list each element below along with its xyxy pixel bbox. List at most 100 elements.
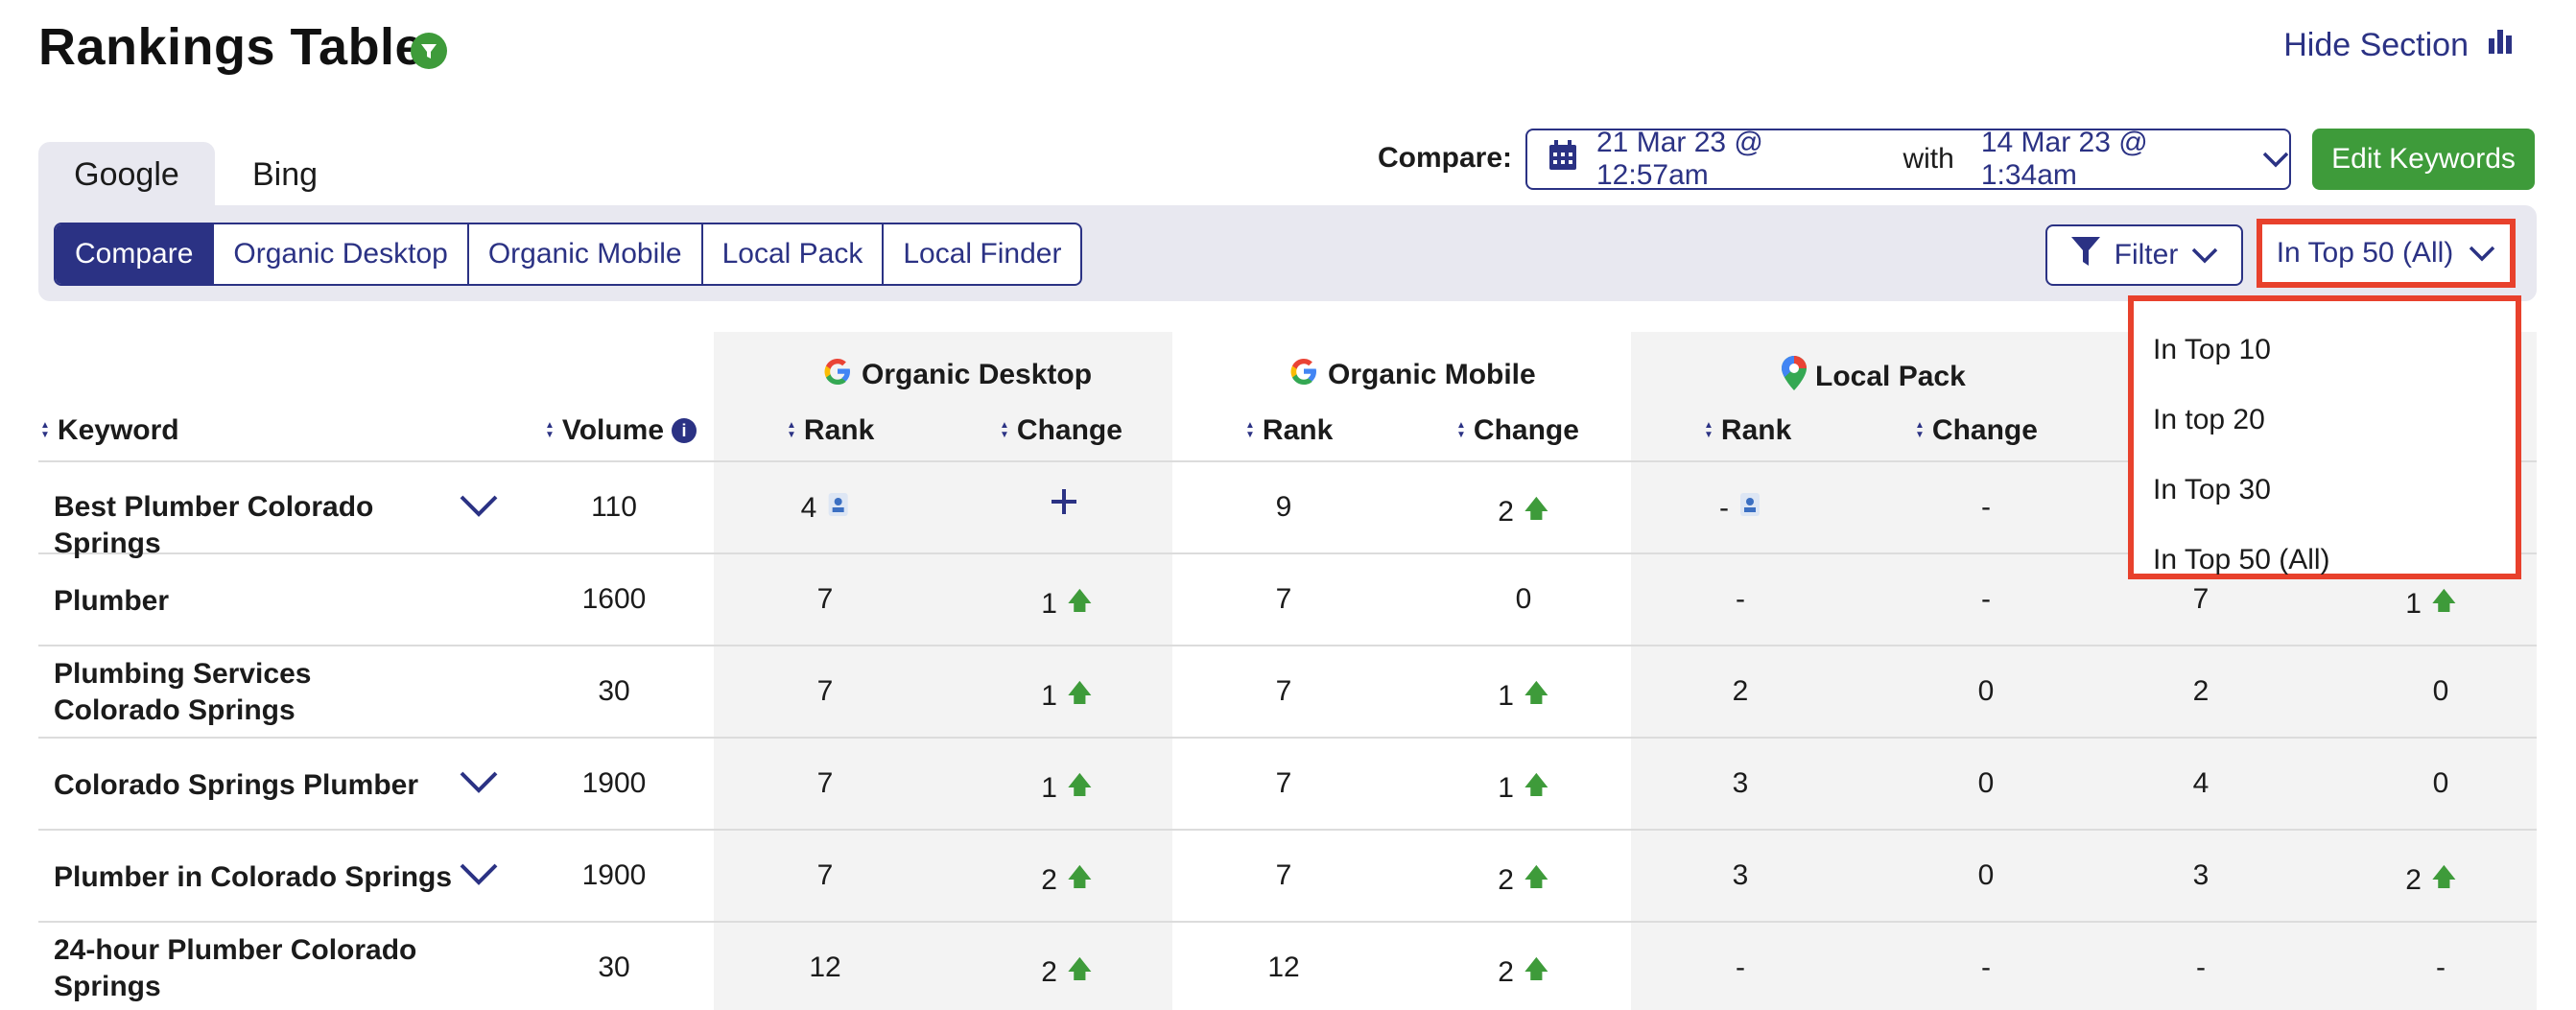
- sort-icon: ▲ ▼: [1704, 420, 1713, 440]
- dropdown-option-top-20[interactable]: In top 20: [2134, 385, 2516, 455]
- top-range-dropdown: In Top 10 In top 20 In Top 30 In Top 50 …: [2128, 295, 2521, 579]
- change-value: 2: [2405, 864, 2422, 896]
- view-organic-mobile-button[interactable]: Organic Mobile: [466, 224, 701, 284]
- row-divider: [38, 829, 2537, 831]
- rank-value: 4: [800, 492, 817, 524]
- arrow-up-icon: 🡅: [1066, 770, 1093, 799]
- sort-icon: ▲ ▼: [40, 420, 50, 440]
- arrow-up-icon: 🡅: [1523, 494, 1549, 523]
- keyword-cell: Colorado Springs Plumber: [54, 769, 419, 801]
- lp-change-header[interactable]: ▲ ▼ Change: [1915, 414, 2038, 447]
- om-rank-cell: 7: [1275, 675, 1292, 707]
- dropdown-option-top-30[interactable]: In Top 30: [2134, 455, 2516, 525]
- od-change-cell: 2 🡅: [1041, 859, 1092, 902]
- od-rank-cell: 7: [816, 675, 834, 707]
- edit-keywords-button[interactable]: Edit Keywords: [2312, 129, 2535, 190]
- keyword-header-label: Keyword: [57, 414, 179, 446]
- row-divider: [38, 921, 2537, 923]
- row-divider: [38, 645, 2537, 646]
- map-pin-icon: [1781, 355, 1808, 399]
- keyword-column-header[interactable]: ▲ ▼ Keyword: [40, 414, 179, 447]
- calendar-icon: [1548, 140, 1577, 178]
- row-divider: [38, 737, 2537, 739]
- funnel-icon: [2070, 235, 2101, 275]
- arrow-up-icon: 🡅: [2430, 862, 2457, 891]
- arrow-up-icon: 🡅: [1523, 770, 1549, 799]
- info-icon[interactable]: i: [672, 418, 697, 443]
- volume-cell: 110: [591, 491, 637, 523]
- expand-row-chevron-icon[interactable]: [459, 493, 499, 523]
- lf-change-cell: 0: [2432, 767, 2449, 799]
- dropdown-option-top-50[interactable]: In Top 50 (All): [2134, 525, 2516, 595]
- top-range-select[interactable]: In Top 50 (All): [2257, 219, 2516, 288]
- om-rank-cell: 9: [1275, 491, 1292, 523]
- om-change-cell: 1 🡅: [1498, 675, 1548, 717]
- filter-button[interactable]: Filter: [2045, 224, 2243, 286]
- featured-snippet-icon: [1738, 491, 1761, 526]
- rank-value: -: [1719, 492, 1729, 524]
- change-value: 1: [1041, 588, 1057, 620]
- om-rank-header[interactable]: ▲ ▼ Rank: [1245, 414, 1333, 447]
- lp-change-cell: 0: [1977, 859, 1995, 891]
- lp-rank-header[interactable]: ▲ ▼ Rank: [1704, 414, 1791, 447]
- lp-change-cell: -: [1981, 951, 1991, 983]
- volume-cell: 1900: [581, 859, 647, 891]
- featured-snippet-icon: [826, 491, 849, 526]
- arrow-up-icon: 🡅: [1523, 954, 1549, 983]
- od-rank-header[interactable]: ▲ ▼ Rank: [787, 414, 874, 447]
- lp-change-cell: 0: [1977, 767, 1995, 799]
- sort-icon: ▲ ▼: [787, 420, 796, 440]
- lp-change-cell: 0: [1977, 675, 1995, 707]
- lf-change-cell: 2 🡅: [2405, 859, 2456, 902]
- compare-label: Compare:: [1378, 142, 1513, 174]
- lf-rank-cell: 3: [2192, 859, 2210, 891]
- volume-column-header[interactable]: ▲ ▼ Volume i: [545, 414, 697, 447]
- expand-row-chevron-icon[interactable]: [459, 861, 499, 891]
- expand-row-chevron-icon[interactable]: [459, 769, 499, 799]
- google-icon: [821, 355, 854, 395]
- tab-bing[interactable]: Bing: [221, 142, 349, 207]
- od-rank-cell: 7: [816, 859, 834, 891]
- om-rank-cell: 7: [1275, 859, 1292, 891]
- page-title: Rankings Table: [38, 18, 425, 76]
- chevron-down-icon: [2191, 239, 2218, 271]
- view-compare-button[interactable]: Compare: [56, 224, 213, 284]
- filter-badge-icon: [411, 33, 447, 69]
- om-change-cell: 1 🡅: [1498, 767, 1548, 810]
- om-change-cell: 2 🡅: [1498, 859, 1548, 902]
- lp-rank-cell: -: [1736, 583, 1745, 615]
- arrow-up-icon: 🡅: [1523, 862, 1549, 891]
- lp-rank-cell: 3: [1732, 859, 1749, 891]
- change-value: 1: [1041, 680, 1057, 712]
- od-change-cell: 2 🡅: [1041, 951, 1092, 994]
- tab-google[interactable]: Google: [38, 142, 215, 207]
- lp-rank-cell: 2: [1732, 675, 1749, 707]
- om-change-header[interactable]: ▲ ▼ Change: [1456, 414, 1579, 447]
- od-change-header[interactable]: ▲ ▼ Change: [1000, 414, 1123, 447]
- section-organic-desktop: Organic Desktop: [821, 355, 1092, 395]
- volume-header-label: Volume: [561, 414, 665, 446]
- date-compare-select[interactable]: 21 Mar 23 @ 12:57am with 14 Mar 23 @ 1:3…: [1525, 127, 2291, 191]
- section-organic-mobile: Organic Mobile: [1288, 355, 1536, 395]
- google-icon: [1288, 355, 1320, 395]
- dropdown-option-top-10[interactable]: In Top 10: [2134, 315, 2516, 385]
- view-local-pack-button[interactable]: Local Pack: [700, 224, 883, 284]
- volume-cell: 30: [598, 951, 630, 983]
- change-header-label: Change: [1931, 414, 2038, 446]
- filter-label: Filter: [2114, 239, 2179, 270]
- compare-with-text: with: [1902, 143, 1954, 175]
- change-value: 2: [1498, 864, 1514, 896]
- view-local-finder-button[interactable]: Local Finder: [882, 224, 1080, 284]
- keyword-cell: 24-hour Plumber Colorado Springs: [54, 934, 417, 1002]
- od-change-cell: 1 🡅: [1041, 583, 1092, 625]
- view-organic-desktop-button[interactable]: Organic Desktop: [212, 224, 466, 284]
- arrow-up-icon: 🡅: [1066, 586, 1093, 615]
- volume-cell: 30: [598, 675, 630, 707]
- hide-section-button[interactable]: Hide Section: [2283, 27, 2515, 64]
- plus-icon[interactable]: [1048, 485, 1080, 523]
- arrow-up-icon: 🡅: [1523, 678, 1549, 707]
- bar-chart-icon: [2486, 27, 2515, 64]
- view-button-group: Compare Organic Desktop Organic Mobile L…: [54, 223, 1083, 286]
- keyword-cell: Best Plumber Colorado Springs: [54, 491, 374, 559]
- change-value: 1: [1498, 680, 1514, 712]
